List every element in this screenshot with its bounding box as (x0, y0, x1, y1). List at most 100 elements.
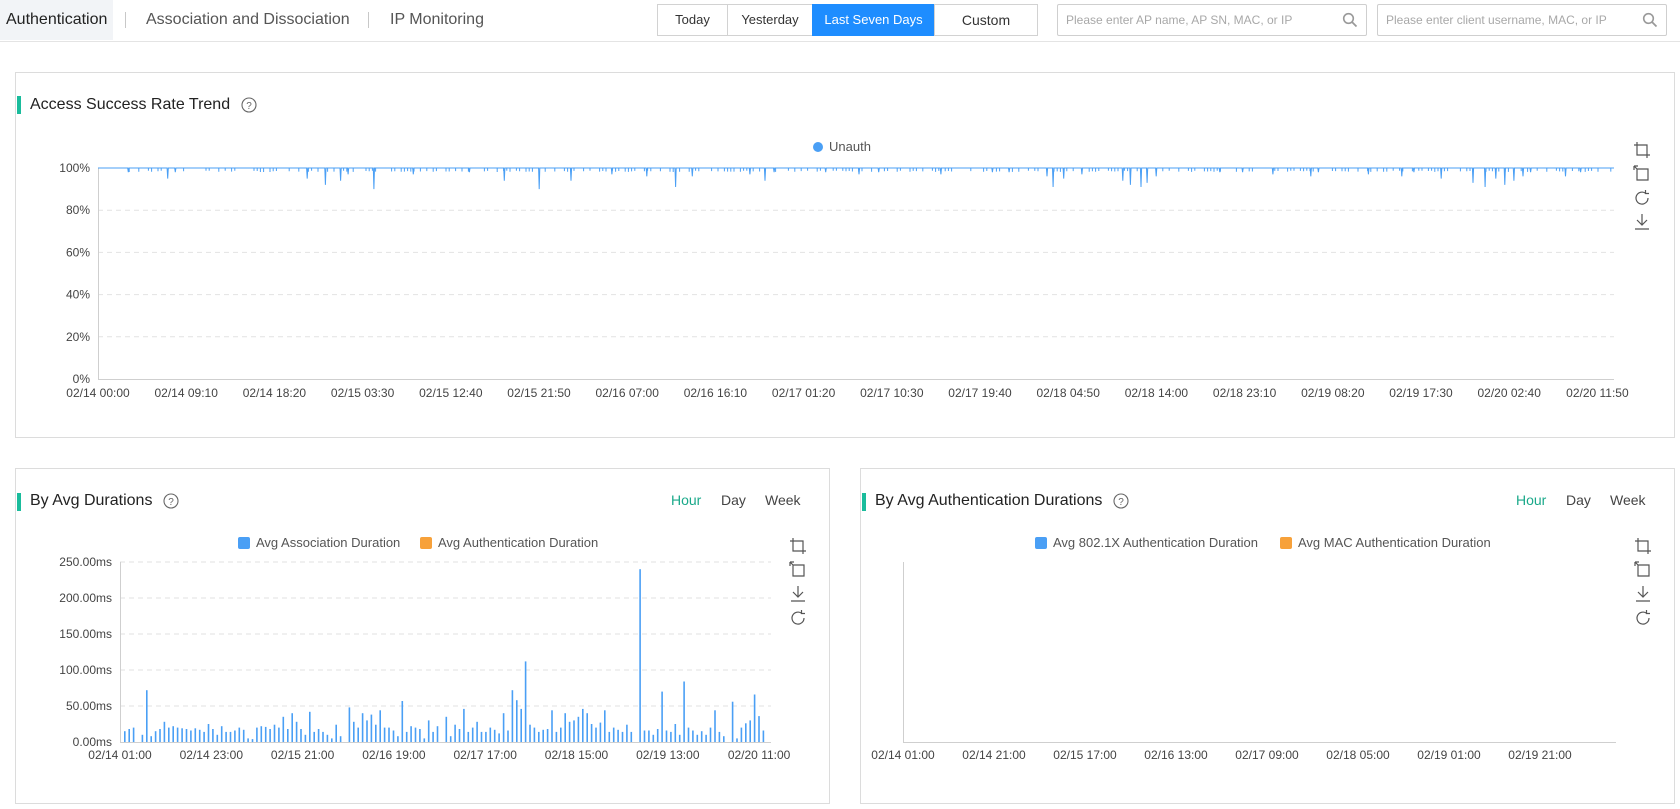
x-tick-label: 02/14 18:20 (243, 386, 307, 400)
zoom-reset-icon[interactable] (789, 561, 807, 579)
client-search-input[interactable] (1378, 5, 1666, 35)
zoom-icon[interactable] (1634, 537, 1652, 555)
bar-avg-association (291, 713, 293, 742)
custom-button[interactable]: Custom (934, 4, 1038, 36)
bar-avg-association (317, 729, 320, 742)
bar-avg-association (216, 734, 219, 742)
bar-avg-association (740, 727, 743, 742)
download-icon[interactable] (789, 585, 807, 603)
x-tick-label: 02/15 12:40 (419, 386, 483, 400)
bar-avg-association (176, 727, 179, 742)
bar-avg-association (269, 729, 271, 742)
x-tick-label: 02/16 16:10 (684, 386, 748, 400)
bar-avg-association (577, 716, 580, 742)
x-tick-label: 02/15 21:50 (507, 386, 571, 400)
bar-avg-association (480, 731, 483, 742)
y-tick-label: 0% (73, 372, 91, 386)
bar-avg-association (700, 731, 703, 742)
bar-avg-association (379, 710, 381, 742)
tab-association-and-dissociation[interactable]: Association and Dissociation (146, 0, 350, 40)
x-tick-label: 02/17 01:20 (772, 386, 836, 400)
bar-avg-association (397, 736, 399, 742)
zoom-icon[interactable] (1633, 141, 1651, 159)
bar-avg-association (159, 729, 161, 742)
zoom-reset-icon[interactable] (1633, 165, 1651, 183)
bar-avg-association (304, 734, 307, 742)
bar-avg-association (366, 720, 368, 742)
bar-avg-association (427, 720, 430, 742)
bar-avg-association (560, 727, 562, 742)
series-noise-unauth (128, 168, 1612, 172)
x-tick-label: 02/14 09:10 (154, 386, 218, 400)
x-tick-label: 02/19 01:00 (1417, 748, 1481, 762)
bar-avg-association (489, 727, 492, 742)
bar-avg-association (599, 722, 602, 742)
x-tick-label: 02/14 00:00 (66, 386, 130, 400)
bar-avg-association (568, 721, 571, 742)
bar-avg-association (749, 720, 751, 742)
bar-avg-association (626, 724, 628, 742)
y-tick-label: 200.00ms (59, 591, 112, 605)
search-icon[interactable] (1642, 12, 1658, 28)
bar-avg-association (564, 713, 566, 742)
bar-avg-association (207, 724, 210, 742)
y-tick-label: 100% (59, 161, 90, 175)
bar-avg-association (665, 730, 668, 742)
y-tick-label: 80% (66, 203, 90, 217)
bar-avg-association (621, 731, 624, 742)
bar-avg-association (485, 731, 487, 742)
bar-avg-association (278, 727, 280, 742)
bar-avg-association (392, 730, 395, 742)
bar-avg-association (529, 724, 531, 742)
bar-avg-association (287, 729, 289, 742)
x-tick-label: 02/14 21:00 (962, 748, 1026, 762)
y-tick-label: 40% (66, 288, 90, 302)
bar-avg-association (678, 734, 681, 742)
bar-avg-association (745, 723, 747, 742)
bar-avg-association (709, 727, 712, 742)
tab-ip-monitoring[interactable]: IP Monitoring (390, 0, 484, 40)
tab-authentication[interactable]: Authentication (0, 0, 114, 40)
download-icon[interactable] (1634, 585, 1652, 603)
search-icon[interactable] (1342, 12, 1358, 28)
restore-icon[interactable] (1633, 189, 1651, 207)
top-bar: Authentication Association and Dissociat… (0, 0, 1680, 42)
bar-avg-association (282, 716, 285, 742)
bar-avg-association (141, 734, 144, 742)
tab-separator (368, 12, 369, 28)
bar-avg-association (357, 727, 359, 742)
today-button[interactable]: Today (657, 4, 728, 36)
bar-avg-association (295, 721, 298, 742)
bar-avg-association (612, 727, 615, 742)
y-tick-label: 20% (66, 330, 90, 344)
y-tick-label: 150.00ms (59, 627, 112, 641)
bar-avg-association (516, 700, 518, 742)
client-search-box (1377, 4, 1667, 36)
restore-icon[interactable] (789, 609, 807, 627)
bar-avg-association (493, 729, 496, 742)
yesterday-button[interactable]: Yesterday (727, 4, 813, 36)
last-seven-days-button[interactable]: Last Seven Days (812, 4, 935, 36)
bar-avg-association (132, 727, 135, 742)
auth-durations-chart: 02/14 01:00 02/14 21:00 02/15 17:00 02/16 1… (871, 562, 1616, 762)
x-tick-label: 02/20 11:00 (728, 748, 791, 762)
bar-avg-association (753, 694, 756, 742)
x-tick-label: 02/18 23:10 (1213, 386, 1277, 400)
bar-avg-association (256, 727, 258, 742)
bar-avg-association (361, 713, 364, 742)
zoom-reset-icon[interactable] (1634, 561, 1652, 579)
bar-avg-association (212, 729, 214, 742)
restore-icon[interactable] (1634, 609, 1652, 627)
x-tick-label: 02/15 21:00 (271, 748, 335, 762)
bar-avg-association (498, 733, 500, 742)
ap-search-input[interactable] (1058, 5, 1366, 35)
x-tick-label: 02/19 13:00 (636, 748, 700, 762)
bar-avg-association (445, 716, 448, 742)
zoom-icon[interactable] (789, 537, 807, 555)
x-tick-label: 02/17 19:40 (948, 386, 1012, 400)
bar-avg-association (388, 727, 390, 742)
bar-avg-association (533, 727, 536, 742)
y-tick-label: 250.00ms (59, 555, 112, 569)
avg-authentication-durations-panel: By Avg Authentication Durations ? Hour D… (860, 468, 1675, 804)
download-icon[interactable] (1633, 213, 1651, 231)
